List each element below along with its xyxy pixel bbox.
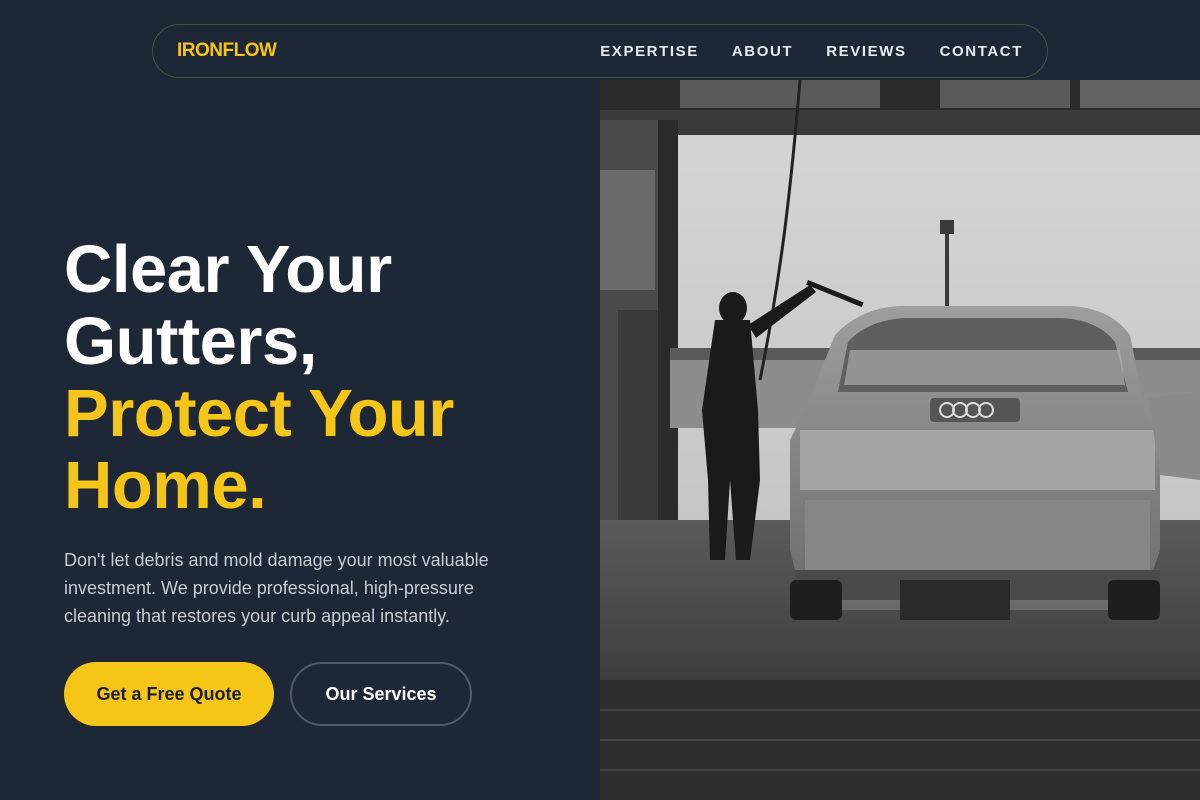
our-services-button[interactable]: Our Services (290, 662, 472, 726)
car-wash-photo (600, 80, 1200, 800)
headline-line-2: Gutters, (64, 304, 317, 379)
hero-photo (600, 80, 1200, 800)
nav-link-contact[interactable]: CONTACT (940, 43, 1023, 60)
headline-line-4: Home. (64, 448, 267, 523)
headline-line-1: Clear Your (64, 232, 392, 307)
brand-logo[interactable]: IRONFLOW (177, 40, 277, 62)
navbar: IRONFLOW EXPERTISE ABOUT REVIEWS CONTACT (152, 24, 1048, 78)
nav-link-reviews[interactable]: REVIEWS (826, 43, 906, 60)
nav-link-expertise[interactable]: EXPERTISE (600, 43, 699, 60)
nav-links: EXPERTISE ABOUT REVIEWS CONTACT (600, 43, 1023, 60)
get-free-quote-button[interactable]: Get a Free Quote (64, 662, 274, 726)
headline-line-3: Protect Your (64, 376, 454, 451)
hero-headline: Clear Your Gutters, Protect Your Home. (64, 234, 584, 522)
nav-link-about[interactable]: ABOUT (732, 43, 793, 60)
hero-description: Don't let debris and mold damage your mo… (64, 550, 489, 626)
